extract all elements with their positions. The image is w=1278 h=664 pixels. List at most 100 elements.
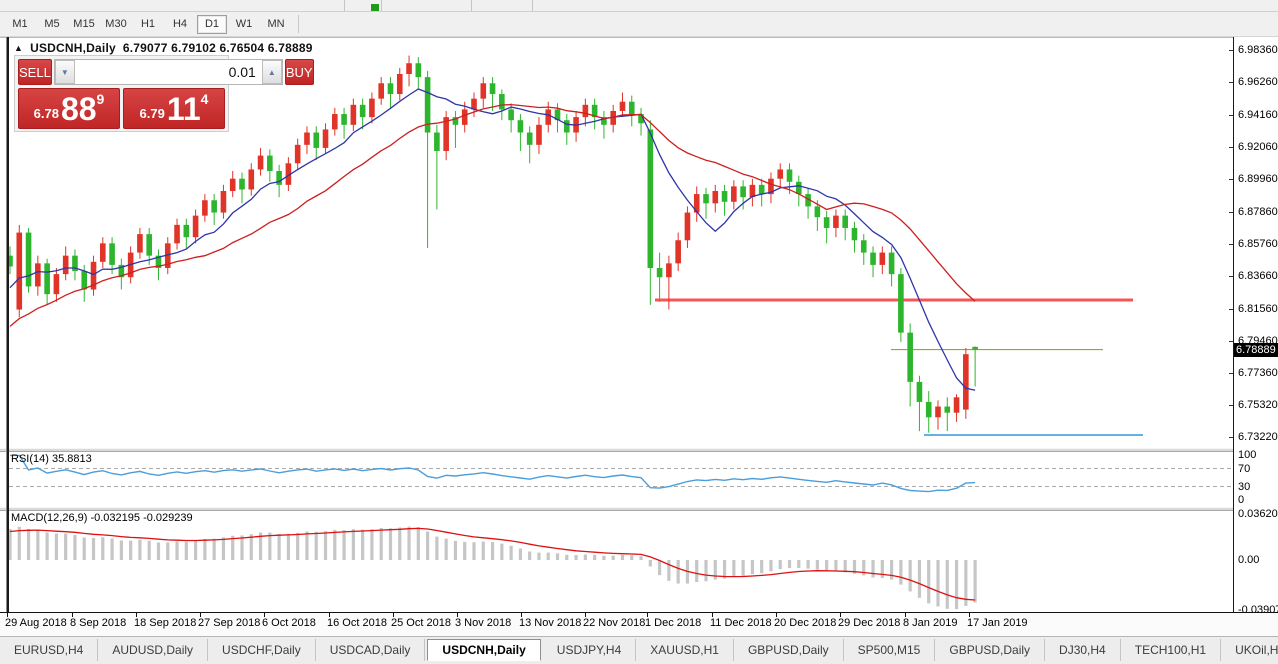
candle-body xyxy=(527,133,533,145)
macd-histogram-bar xyxy=(101,537,104,560)
price-axis-label: 6.83660 xyxy=(1238,270,1278,282)
timeframe-button-d1[interactable]: D1 xyxy=(197,15,227,34)
macd-histogram-bar xyxy=(816,560,819,570)
price-axis-label: 6.77360 xyxy=(1238,367,1278,379)
buy-button[interactable]: BUY xyxy=(285,59,314,85)
chart-tab-gbpusd-daily[interactable]: GBPUSD,Daily xyxy=(935,639,1045,661)
date-axis-label: 27 Sep 2018 xyxy=(198,617,260,629)
candle-body xyxy=(54,274,60,294)
macd-histogram-bar xyxy=(658,560,661,575)
candle-body xyxy=(434,133,440,151)
timeframe-button-h1[interactable]: H1 xyxy=(133,15,163,34)
price-axis-label: 6.85760 xyxy=(1238,238,1278,250)
chart-tab-tech100-h1[interactable]: TECH100,H1 xyxy=(1121,639,1221,661)
indicator-line xyxy=(10,105,975,327)
candle-body xyxy=(954,397,960,412)
chart-tab-usdchf-daily[interactable]: USDCHF,Daily xyxy=(208,639,316,661)
chart-tab-usdcad-daily[interactable]: USDCAD,Daily xyxy=(316,639,426,661)
macd-histogram-bar xyxy=(315,532,318,560)
macd-histogram-bar xyxy=(890,560,893,580)
candle-body xyxy=(620,102,626,111)
macd-pane-svg[interactable] xyxy=(0,511,1278,612)
price-axis-label: 6.73220 xyxy=(1238,431,1278,443)
macd-histogram-bar xyxy=(324,531,327,560)
candle-body xyxy=(536,125,542,145)
candle-body xyxy=(759,185,765,194)
buy-price-prefix: 6.79 xyxy=(140,106,165,121)
candle-body xyxy=(796,182,802,194)
macd-histogram-bar xyxy=(556,553,559,560)
timeframe-button-m5[interactable]: M5 xyxy=(37,15,67,34)
chart-tab-audusd-daily[interactable]: AUDUSD,Daily xyxy=(98,639,208,661)
lot-size-input[interactable] xyxy=(75,60,262,84)
macd-histogram-bar xyxy=(222,537,225,560)
candle-body xyxy=(545,109,551,124)
macd-histogram-bar xyxy=(649,560,652,567)
macd-histogram-bar xyxy=(305,531,308,560)
candle-body xyxy=(824,217,830,228)
candle-body xyxy=(44,263,50,294)
candle-body xyxy=(369,99,375,117)
timeframe-button-w1[interactable]: W1 xyxy=(229,15,259,34)
macd-histogram-bar xyxy=(974,560,977,603)
indicator-line xyxy=(10,89,975,390)
candle-body xyxy=(81,271,87,289)
macd-histogram-bar xyxy=(547,553,550,560)
chart-tab-sp500-m15[interactable]: SP500,M15 xyxy=(844,639,936,661)
macd-histogram-bar xyxy=(157,542,160,560)
timeframe-button-h4[interactable]: H4 xyxy=(165,15,195,34)
sell-button[interactable]: SELL xyxy=(18,59,52,85)
timeframe-button-m1[interactable]: M1 xyxy=(5,15,35,34)
date-axis-label: 8 Jan 2019 xyxy=(903,617,957,629)
chart-tab-usdcnh-daily[interactable]: USDCNH,Daily xyxy=(427,639,540,661)
chart-tab-ukoil-h1[interactable]: UKOil,H1 xyxy=(1221,639,1278,661)
macd-histogram-bar xyxy=(602,556,605,560)
sell-price-tile[interactable]: 6.78 88 9 xyxy=(18,88,120,129)
macd-histogram-bar xyxy=(148,541,151,560)
price-axis-column: 6.983606.962606.941606.920606.899606.878… xyxy=(1234,37,1278,612)
toolbar-segment xyxy=(472,0,533,11)
date-axis-label: 29 Aug 2018 xyxy=(5,617,67,629)
macd-histogram-bar xyxy=(677,560,680,584)
candle-body xyxy=(397,74,403,94)
timeframe-toolbar: M1M5M15M30H1H4D1W1MN xyxy=(0,12,1278,37)
macd-histogram-bar xyxy=(871,560,874,577)
timeframe-button-m30[interactable]: M30 xyxy=(101,15,131,34)
macd-histogram-bar xyxy=(463,542,466,560)
candle-body xyxy=(870,253,876,265)
date-axis-label: 13 Nov 2018 xyxy=(519,617,581,629)
timeframe-button-m15[interactable]: M15 xyxy=(69,15,99,34)
timeframe-button-mn[interactable]: MN xyxy=(261,15,291,34)
chart-tab-bar: EURUSD,H4AUDUSD,DailyUSDCHF,DailyUSDCAD,… xyxy=(0,636,1278,664)
collapse-triangle-icon[interactable]: ▲ xyxy=(14,43,23,53)
candle-body xyxy=(304,133,310,145)
macd-histogram-bar xyxy=(129,541,132,560)
indicator-line xyxy=(10,528,975,600)
macd-histogram-bar xyxy=(83,538,86,560)
chart-tab-dj30-h4[interactable]: DJ30,H4 xyxy=(1045,639,1121,661)
chart-tab-usdjpy-h4[interactable]: USDJPY,H4 xyxy=(543,639,636,661)
macd-histogram-bar xyxy=(899,560,902,585)
macd-histogram-bar xyxy=(175,541,178,560)
chart-tab-eurusd-h4[interactable]: EURUSD,H4 xyxy=(0,639,98,661)
macd-histogram-bar xyxy=(769,560,772,571)
macd-histogram-bar xyxy=(333,530,336,560)
chart-tab-xauusd-h1[interactable]: XAUUSD,H1 xyxy=(636,639,734,661)
macd-histogram-bar xyxy=(834,560,837,572)
candle-body xyxy=(63,256,69,274)
candle-body xyxy=(944,407,950,413)
chart-tab-gbpusd-daily[interactable]: GBPUSD,Daily xyxy=(734,639,844,661)
candle-body xyxy=(388,83,394,94)
date-axis[interactable]: 29 Aug 20188 Sep 201818 Sep 201827 Sep 2… xyxy=(0,612,1278,636)
buy-price-tile[interactable]: 6.79 11 4 xyxy=(123,88,225,129)
lot-decrease-button[interactable]: ▼ xyxy=(55,60,75,84)
lot-increase-button[interactable]: ▲ xyxy=(262,60,282,84)
candle-body xyxy=(583,105,589,117)
sell-price-prefix: 6.78 xyxy=(34,106,59,121)
date-axis-label: 20 Dec 2018 xyxy=(774,617,836,629)
candle-body xyxy=(221,191,227,213)
rsi-pane-svg[interactable] xyxy=(0,452,1278,507)
candle-body xyxy=(230,179,236,191)
candle-body xyxy=(666,263,672,277)
macd-histogram-bar xyxy=(704,560,707,581)
